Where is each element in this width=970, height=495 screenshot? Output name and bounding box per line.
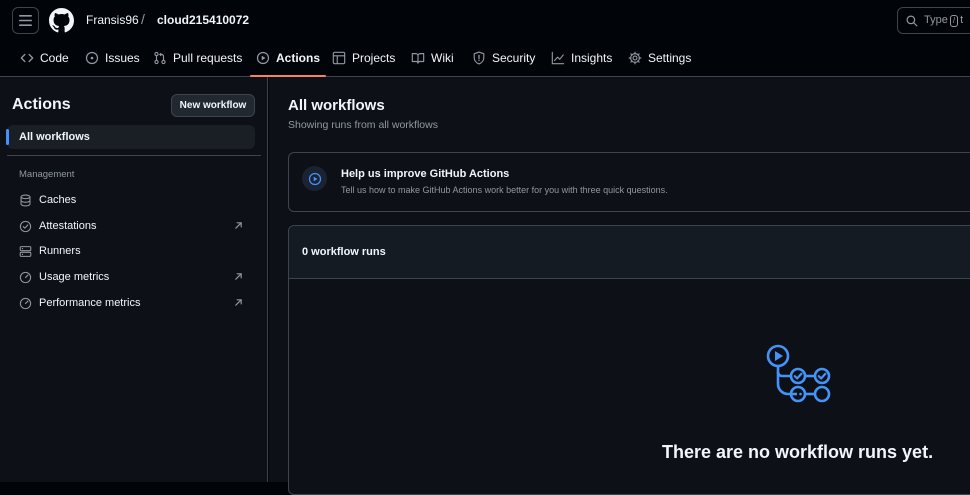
search-placeholder-rest: t — [960, 14, 964, 26]
workflow-runs-count: 0 workflow runs — [302, 246, 386, 258]
graph-icon — [551, 51, 565, 65]
tab-insights-label: Insights — [571, 51, 613, 65]
sidebar-item-runners[interactable]: Runners — [19, 242, 249, 260]
book-icon — [411, 53, 425, 64]
tab-projects[interactable]: Projects — [326, 40, 401, 76]
tab-projects-label: Projects — [352, 51, 396, 65]
arrow-up-right-icon — [235, 299, 242, 306]
sidebar-item-all-workflows[interactable]: All workflows — [6, 125, 255, 149]
play-icon — [256, 51, 270, 65]
repo-name-link[interactable]: cloud215410072 — [157, 13, 249, 27]
sidebar-item-label: Attestations — [39, 220, 97, 232]
sidebar-title: Actions — [12, 96, 71, 113]
tab-issues[interactable]: Issues — [79, 40, 146, 76]
sidebar-item-performance-metrics[interactable]: Performance metrics — [19, 294, 249, 312]
path-separator: / — [141, 11, 145, 27]
meter-icon — [19, 271, 32, 283]
workflow-runs-header: 0 workflow runs — [289, 226, 970, 279]
tab-code[interactable]: Code — [14, 40, 75, 76]
empty-state-heading: There are no workflow runs yet. — [662, 442, 934, 462]
sidebar-item-attestations[interactable]: Attestations — [19, 217, 249, 235]
search-placeholder: Type — [924, 14, 948, 26]
global-header: Fransis96 / cloud215410072 Type / t — [0, 0, 970, 40]
repo-nav: Code Issues Pull requests Actions Projec… — [0, 40, 970, 77]
tab-pull-requests-label: Pull requests — [173, 51, 243, 65]
arrow-up-right-icon — [235, 222, 242, 229]
search-icon — [906, 15, 918, 26]
tab-settings[interactable]: Settings — [622, 40, 697, 76]
menu-button[interactable] — [12, 7, 39, 34]
gear-icon — [628, 51, 642, 65]
tab-settings-label: Settings — [648, 51, 692, 65]
workflow-runs-box: 0 workflow runs There are no workflow ru… — [288, 225, 970, 495]
sidebar-item-label: Runners — [39, 245, 81, 257]
sidebar-item-caches[interactable]: Caches — [19, 191, 249, 209]
github-logo-icon[interactable] — [49, 8, 74, 33]
table-icon — [332, 51, 346, 65]
arrow-up-right-icon — [235, 273, 242, 280]
sidebar-divider — [7, 155, 261, 156]
search-shortcut-key: / — [949, 15, 959, 27]
hamburger-icon — [19, 15, 32, 26]
repo-owner-link[interactable]: Fransis96 — [86, 13, 139, 27]
tab-insights[interactable]: Insights — [545, 40, 618, 76]
tab-actions-label: Actions — [276, 51, 321, 65]
tab-security[interactable]: Security — [466, 40, 541, 76]
tab-pull-requests[interactable]: Pull requests — [147, 40, 248, 76]
banner-play-icon — [302, 166, 327, 191]
page-title: All workflows — [288, 97, 385, 114]
page-subtitle: Showing runs from all workflows — [288, 119, 438, 131]
tab-issues-label: Issues — [105, 51, 140, 65]
tab-code-label: Code — [40, 51, 69, 65]
code-icon — [20, 53, 34, 63]
tab-wiki[interactable]: Wiki — [405, 40, 460, 76]
meter-icon — [19, 297, 32, 309]
banner-title-link[interactable]: Help us improve GitHub Actions — [341, 168, 509, 180]
workflows-main: All workflows Showing runs from all work… — [269, 77, 970, 495]
actions-sidebar: Actions New workflow All workflows Manag… — [0, 77, 268, 482]
sidebar-item-usage-metrics[interactable]: Usage metrics — [19, 268, 249, 286]
tab-security-label: Security — [492, 51, 536, 65]
feedback-banner: Help us improve GitHub Actions Tell us h… — [288, 152, 970, 212]
git-pull-request-icon — [154, 51, 166, 65]
sidebar-item-label: Usage metrics — [39, 271, 110, 283]
verified-icon — [19, 220, 32, 232]
database-icon — [20, 194, 31, 206]
tab-wiki-label: Wiki — [431, 51, 454, 65]
shield-icon — [473, 51, 485, 65]
new-workflow-button[interactable]: New workflow — [171, 94, 255, 117]
search-input[interactable]: Type / t — [897, 7, 970, 34]
banner-description: Tell us how to make GitHub Actions work … — [341, 185, 668, 195]
sidebar-section-management: Management — [19, 169, 75, 180]
workflow-illustration-icon — [766, 344, 831, 403]
server-icon — [19, 245, 32, 257]
tab-actions[interactable]: Actions — [250, 40, 327, 77]
issue-opened-icon — [85, 51, 99, 65]
sidebar-item-label: Performance metrics — [39, 297, 141, 309]
sidebar-item-label: Caches — [39, 194, 77, 206]
